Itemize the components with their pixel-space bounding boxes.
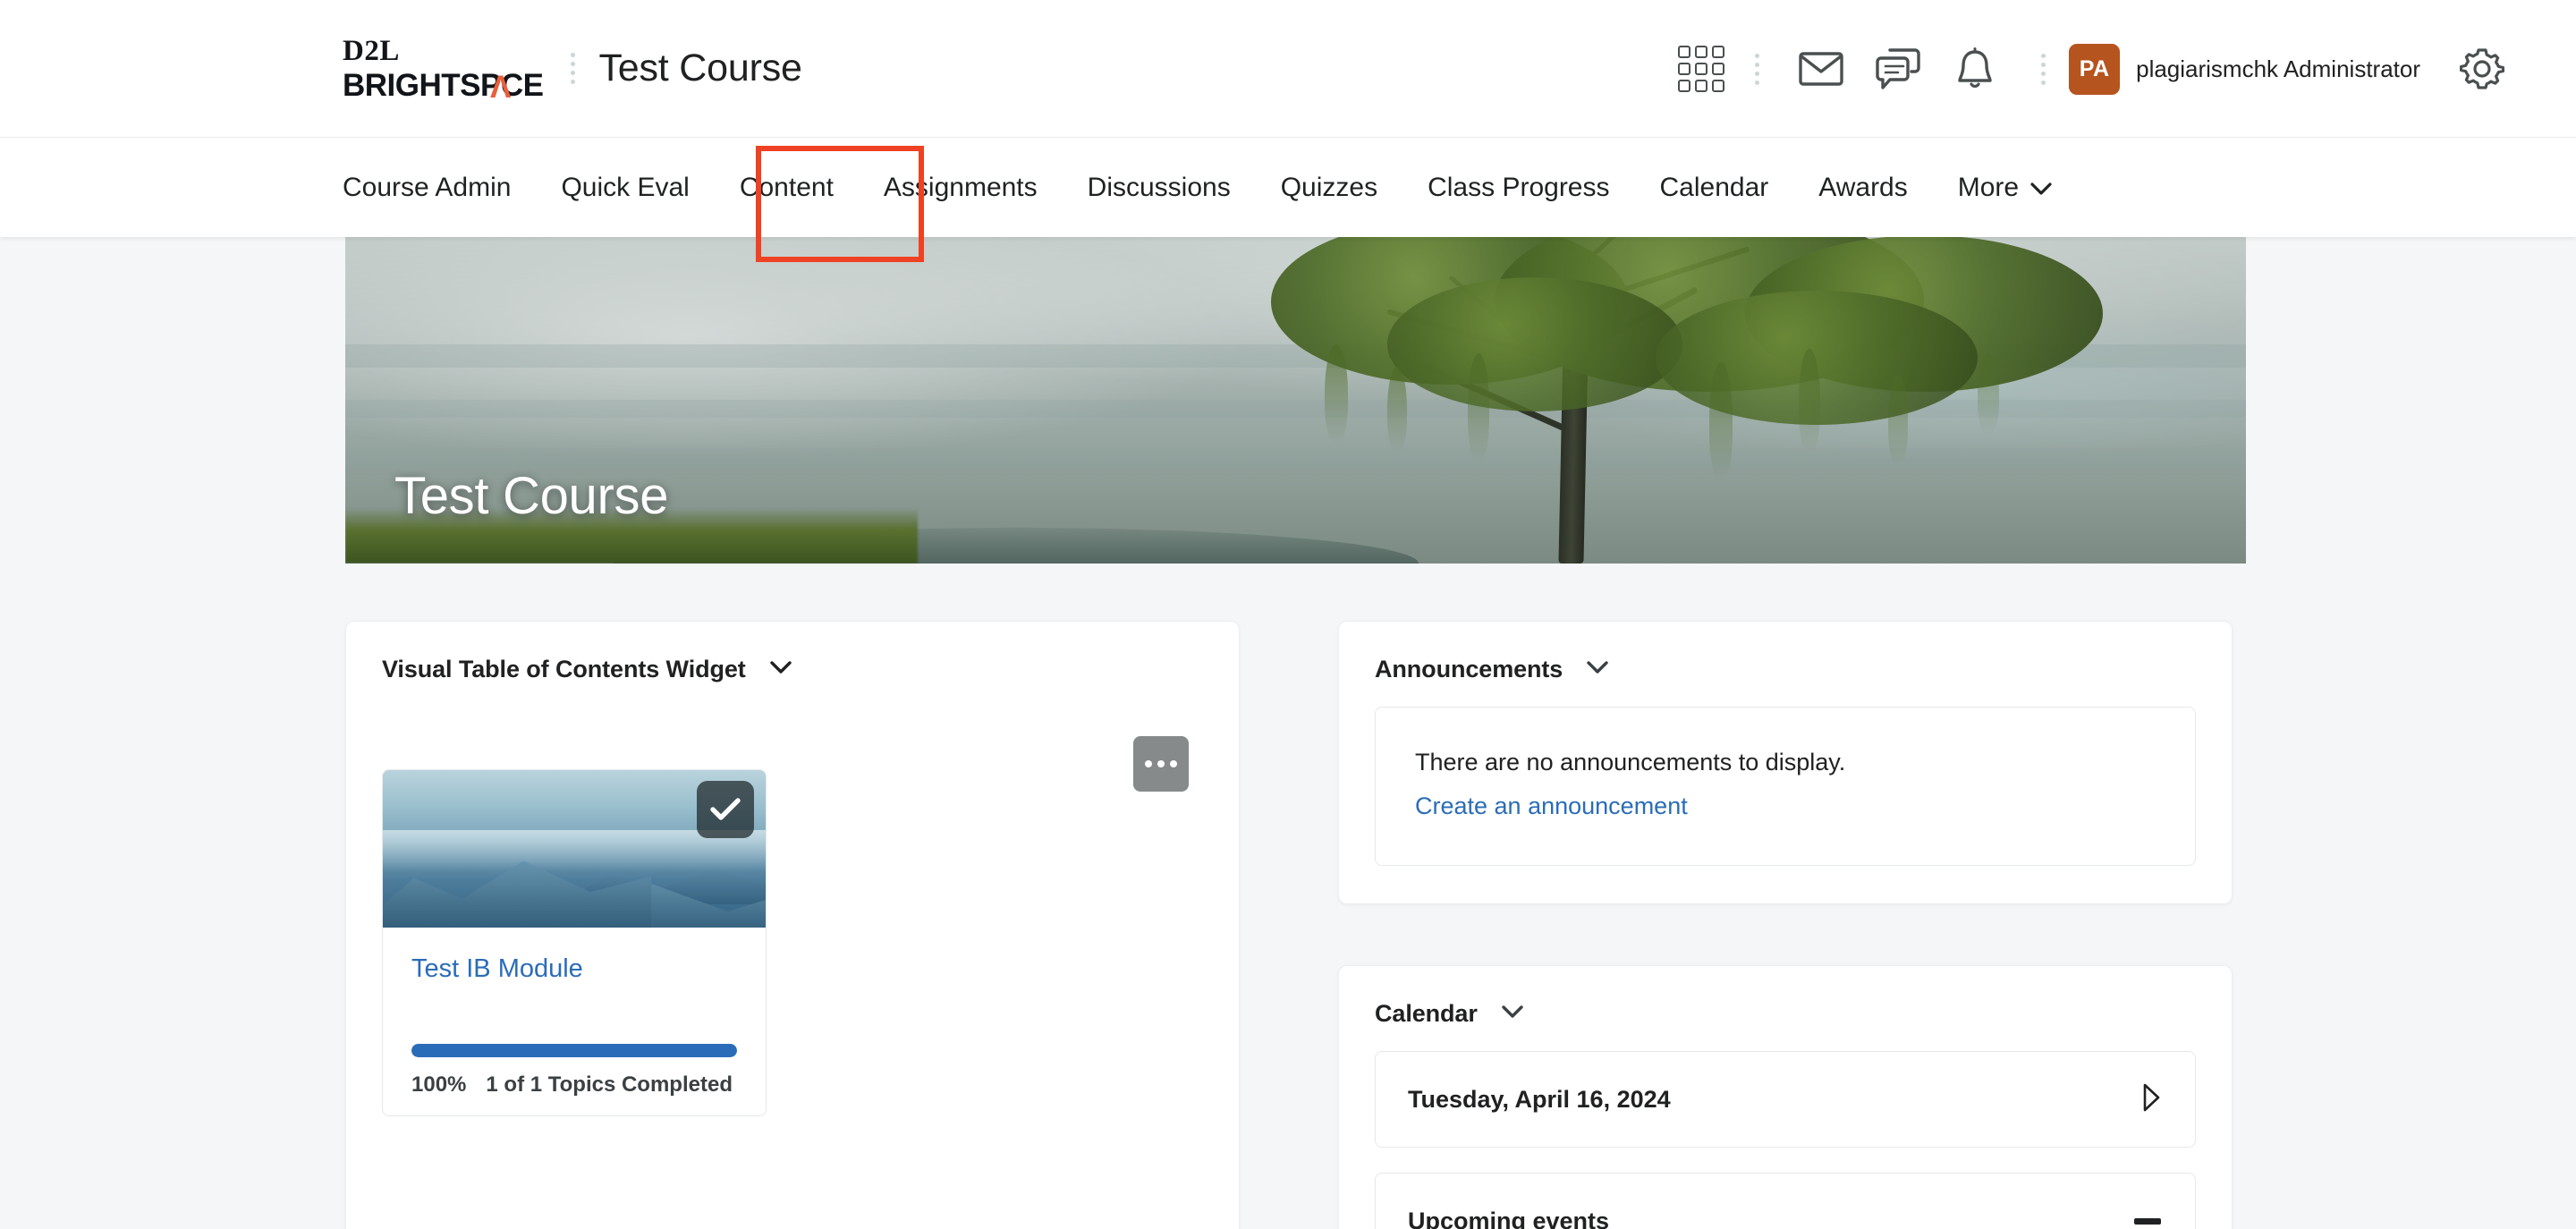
waffle-grid-icon[interactable] bbox=[1675, 43, 1727, 95]
vtoc-overflow-menu-button[interactable] bbox=[1133, 736, 1189, 792]
hero-course-title: Test Course bbox=[394, 466, 668, 526]
nav-item-more[interactable]: More bbox=[1933, 173, 2077, 203]
left-column: Visual Table of Contents Widget bbox=[345, 621, 1240, 1229]
calendar-selected-date: Tuesday, April 16, 2024 bbox=[1408, 1086, 1671, 1114]
nav-label: Discussions bbox=[1088, 173, 1231, 203]
nav-label: Assignments bbox=[884, 173, 1038, 203]
chevron-down-icon bbox=[2030, 173, 2052, 203]
nav-item-class-progress[interactable]: Class Progress bbox=[1402, 173, 1634, 203]
chevron-down-icon[interactable] bbox=[1501, 1004, 1524, 1023]
announcements-title: Announcements bbox=[1375, 656, 1563, 683]
calendar-header: Calendar bbox=[1375, 1000, 2196, 1028]
announcements-empty-text: There are no announcements to display. bbox=[1415, 749, 2156, 776]
envelope-icon[interactable] bbox=[1783, 52, 1860, 86]
logo-brightspace-part1: BRIGHTSP bbox=[343, 68, 501, 103]
vtoc-widget: Visual Table of Contents Widget bbox=[345, 621, 1240, 1229]
module-card[interactable]: Test IB Module 100% 1 of 1 Topics Comple… bbox=[382, 769, 767, 1116]
course-title: Test Course bbox=[598, 47, 801, 90]
logo-d2l-text: D2L bbox=[343, 37, 543, 66]
vtoc-title: Visual Table of Contents Widget bbox=[382, 656, 746, 683]
nav-item-quick-eval[interactable]: Quick Eval bbox=[536, 173, 714, 203]
nav-item-assignments[interactable]: Assignments bbox=[859, 173, 1063, 203]
course-navbar: Course Admin Quick Eval Content Assignme… bbox=[0, 138, 2576, 237]
module-progress: 100% 1 of 1 Topics Completed bbox=[411, 1044, 737, 1115]
module-thumbnail bbox=[383, 770, 766, 928]
header-divider-dots-2 bbox=[1754, 54, 1759, 85]
nav-item-course-admin[interactable]: Course Admin bbox=[343, 173, 536, 203]
announcements-header: Announcements bbox=[1375, 656, 2196, 683]
logo-brightspace-text: BRIGHTSPCE Λ bbox=[343, 70, 543, 101]
nav-label: Quizzes bbox=[1281, 173, 1377, 203]
hero-tree bbox=[1119, 237, 2148, 564]
widget-columns: Visual Table of Contents Widget bbox=[345, 621, 2246, 1229]
nav-label: Quick Eval bbox=[561, 173, 689, 203]
username-label[interactable]: plagiarismchk Administrator bbox=[2136, 55, 2420, 83]
chevron-down-icon[interactable] bbox=[769, 660, 792, 679]
nav-item-quizzes[interactable]: Quizzes bbox=[1256, 173, 1402, 203]
calendar-upcoming-events-row[interactable]: Upcoming events bbox=[1375, 1173, 2196, 1229]
collapse-minus-icon[interactable] bbox=[2134, 1218, 2161, 1225]
nav-label: Class Progress bbox=[1428, 173, 1609, 203]
nav-item-calendar[interactable]: Calendar bbox=[1635, 173, 1794, 203]
nav-label: Course Admin bbox=[343, 173, 511, 203]
d2l-brightspace-logo[interactable]: D2L BRIGHTSPCE Λ bbox=[343, 37, 543, 101]
app-header: D2L BRIGHTSPCE Λ Test Course bbox=[0, 0, 2576, 138]
announcements-empty-panel: There are no announcements to display. C… bbox=[1375, 707, 2196, 866]
gear-icon[interactable] bbox=[2453, 47, 2512, 91]
announcements-widget: Announcements There are no announcements… bbox=[1338, 621, 2233, 904]
calendar-date-row[interactable]: Tuesday, April 16, 2024 bbox=[1375, 1051, 2196, 1148]
create-announcement-link[interactable]: Create an announcement bbox=[1415, 792, 2156, 820]
right-column: Announcements There are no announcements… bbox=[1338, 621, 2233, 1229]
nav-item-discussions[interactable]: Discussions bbox=[1063, 173, 1256, 203]
module-title-link[interactable]: Test IB Module bbox=[411, 954, 737, 984]
calendar-title: Calendar bbox=[1375, 1000, 1478, 1028]
brand-block: D2L BRIGHTSPCE Λ Test Course bbox=[343, 37, 802, 101]
chat-bubbles-icon[interactable] bbox=[1860, 47, 1936, 90]
logo-orange-caret-icon: Λ bbox=[490, 72, 511, 103]
progress-topics: 1 of 1 Topics Completed bbox=[486, 1072, 733, 1098]
progress-track bbox=[411, 1044, 737, 1057]
module-completed-check-icon bbox=[697, 781, 754, 838]
nav-items: Course Admin Quick Eval Content Assignme… bbox=[343, 173, 2077, 203]
vtoc-header: Visual Table of Contents Widget bbox=[382, 656, 1203, 683]
bell-icon[interactable] bbox=[1936, 47, 2013, 90]
chevron-down-icon[interactable] bbox=[1586, 660, 1609, 679]
nav-item-content[interactable]: Content bbox=[715, 173, 859, 203]
progress-fill bbox=[411, 1044, 737, 1057]
avatar[interactable]: PA bbox=[2069, 44, 2120, 95]
page-content: Test Course Visual Table of Contents Wid… bbox=[0, 237, 2576, 1229]
module-body: Test IB Module 100% 1 of 1 Topics Comple… bbox=[383, 928, 766, 1115]
nav-label: Awards bbox=[1818, 173, 1908, 203]
calendar-widget: Calendar Tuesday, April 16, 2024 Upcomin… bbox=[1338, 965, 2233, 1229]
nav-label: More bbox=[1958, 173, 2019, 203]
header-divider-dots-3 bbox=[2040, 54, 2046, 85]
header-actions: PA plagiarismchk Administrator bbox=[1675, 0, 2576, 138]
upcoming-events-label: Upcoming events bbox=[1408, 1208, 1609, 1229]
header-divider-dots bbox=[570, 53, 575, 84]
nav-label: Content bbox=[740, 173, 834, 203]
course-hero-banner: Test Course bbox=[345, 237, 2246, 564]
progress-label: 100% 1 of 1 Topics Completed bbox=[411, 1072, 737, 1115]
play-arrow-icon[interactable] bbox=[2141, 1083, 2161, 1116]
nav-label: Calendar bbox=[1660, 173, 1769, 203]
nav-item-awards[interactable]: Awards bbox=[1793, 173, 1933, 203]
progress-percent: 100% bbox=[411, 1072, 466, 1098]
